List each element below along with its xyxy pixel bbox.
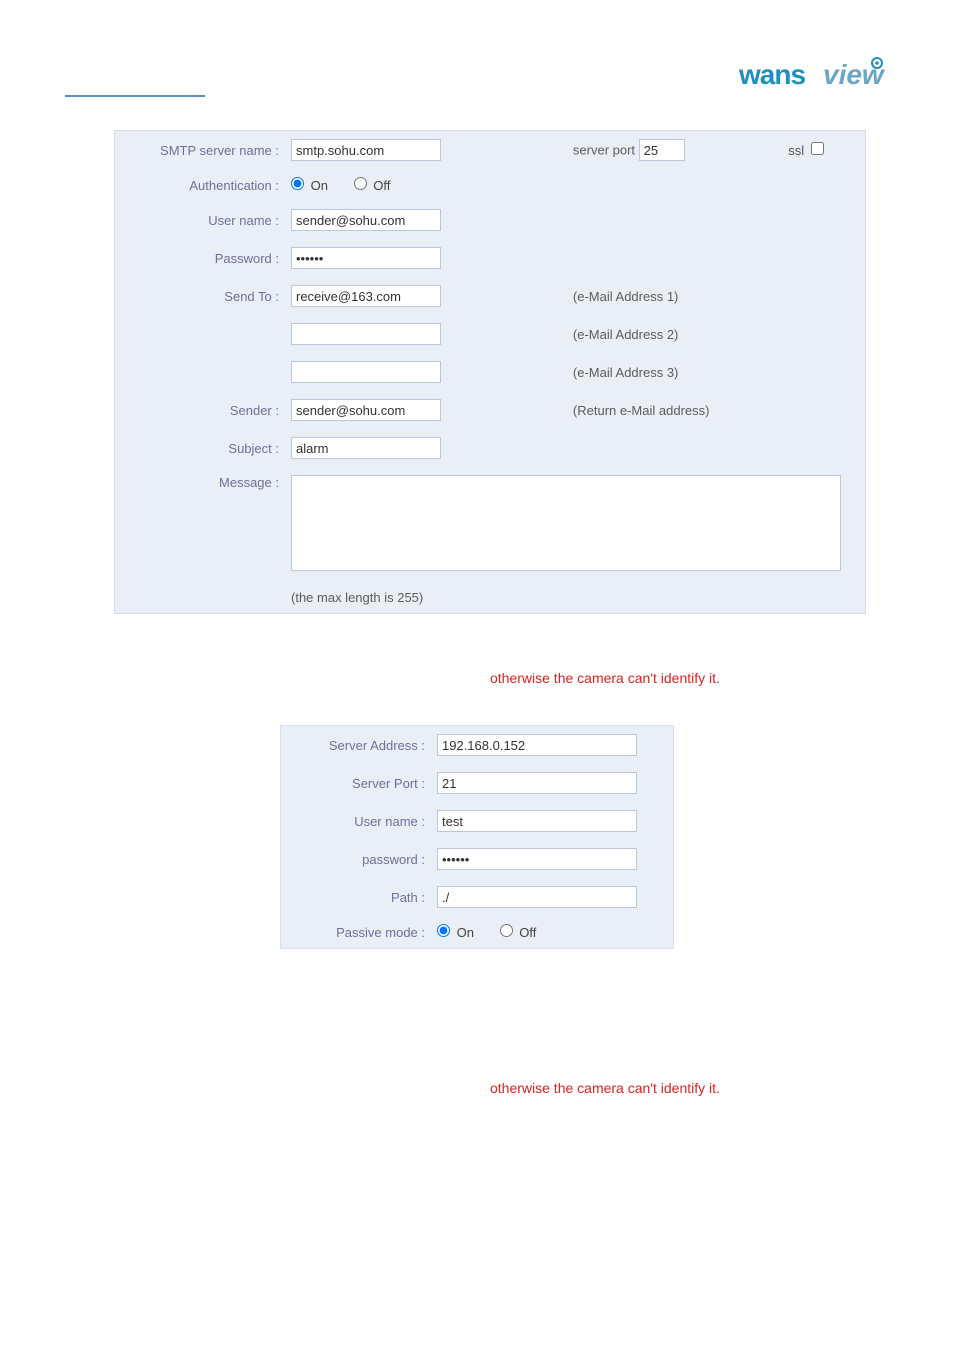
password-label: Password : [115, 239, 285, 277]
ftp-server-port-label: Server Port : [281, 764, 431, 802]
sendto-label: Send To : [115, 277, 285, 315]
ssl-label: ssl [788, 143, 804, 158]
sendto2-input[interactable] [291, 323, 441, 345]
email-settings-panel: SMTP server name : server port ssl Authe… [114, 130, 866, 614]
return-email-hint: (Return e-Mail address) [573, 403, 710, 418]
ftp-path-label: Path : [281, 878, 431, 916]
ftp-server-address-label: Server Address : [281, 726, 431, 764]
server-port-label: server port [573, 143, 635, 158]
sender-input[interactable] [291, 399, 441, 421]
ftp-username-input[interactable] [437, 810, 637, 832]
ftp-server-address-input[interactable] [437, 734, 637, 756]
subject-input[interactable] [291, 437, 441, 459]
username-label: User name : [115, 201, 285, 239]
auth-off-label: Off [373, 178, 390, 193]
ssl-checkbox[interactable] [811, 142, 824, 155]
passive-off-radio[interactable] [500, 924, 513, 937]
passive-off-label: Off [519, 925, 536, 940]
email-address1-hint: (e-Mail Address 1) [573, 289, 678, 304]
passive-mode-label: Passive mode : [281, 916, 431, 948]
maxlen-hint: (the max length is 255) [291, 590, 423, 605]
ftp-server-port-input[interactable] [437, 772, 637, 794]
smtp-server-input[interactable] [291, 139, 441, 161]
smtp-server-label: SMTP server name : [115, 131, 285, 169]
message-textarea[interactable] [291, 475, 841, 571]
ftp-password-input[interactable] [437, 848, 637, 870]
auth-on-label: On [311, 178, 328, 193]
ftp-settings-panel: Server Address : Server Port : User name… [280, 725, 674, 949]
ftp-password-label: password : [281, 840, 431, 878]
warning-text-1: otherwise the camera can't identify it. [490, 670, 720, 686]
authentication-label: Authentication : [115, 169, 285, 201]
message-label: Message : [115, 467, 285, 582]
ftp-username-label: User name : [281, 802, 431, 840]
sendto3-input[interactable] [291, 361, 441, 383]
server-port-input[interactable] [639, 139, 685, 161]
auth-off-radio[interactable] [354, 177, 367, 190]
sender-label: Sender : [115, 391, 285, 429]
password-input[interactable] [291, 247, 441, 269]
username-input[interactable] [291, 209, 441, 231]
ftp-path-input[interactable] [437, 886, 637, 908]
passive-on-radio[interactable] [437, 924, 450, 937]
warning-text-2: otherwise the camera can't identify it. [490, 1080, 720, 1096]
email-address2-hint: (e-Mail Address 2) [573, 327, 678, 342]
brand-logo: wans view [739, 57, 899, 96]
passive-on-label: On [457, 925, 474, 940]
subject-label: Subject : [115, 429, 285, 467]
header-divider [65, 95, 205, 97]
auth-on-radio[interactable] [291, 177, 304, 190]
email-address3-hint: (e-Mail Address 3) [573, 365, 678, 380]
sendto1-input[interactable] [291, 285, 441, 307]
svg-text:wans: wans [739, 59, 805, 90]
